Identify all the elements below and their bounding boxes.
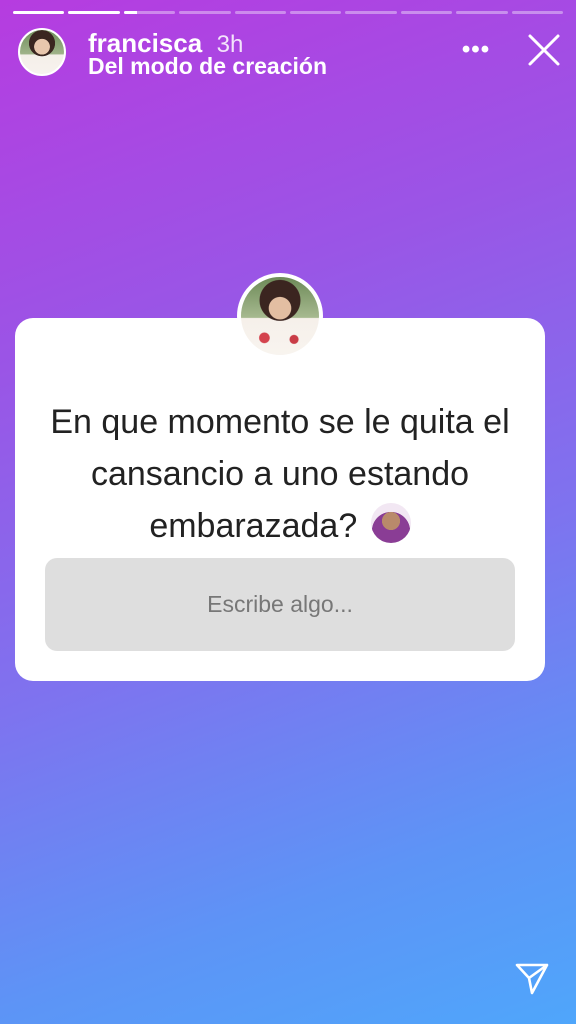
send-icon	[515, 963, 549, 995]
close-icon	[528, 34, 560, 66]
story-segment	[234, 11, 287, 14]
story-progress-bar	[13, 11, 564, 14]
more-options-button[interactable]: •••	[458, 34, 494, 66]
story-segment-fill	[68, 11, 120, 14]
question-author-avatar	[237, 273, 323, 359]
story-header: francisca 3h Del modo de creación •••	[18, 26, 562, 82]
story-segment	[123, 11, 176, 14]
woman-gesturing-ok-icon	[370, 503, 411, 543]
close-button[interactable]	[526, 32, 562, 68]
send-button[interactable]	[514, 960, 550, 996]
story-subtitle: Del modo de creación	[88, 53, 328, 79]
story-segment	[290, 11, 342, 14]
answer-input[interactable]: Escribe algo...	[45, 558, 515, 651]
story-segment	[68, 11, 120, 14]
story-segment	[511, 11, 564, 14]
user-avatar[interactable]	[18, 28, 66, 76]
question-text-block: En que momento se le quita el cansancio …	[45, 396, 515, 552]
story-segment	[13, 11, 65, 14]
more-horizontal-icon: •••	[461, 36, 491, 63]
story-segment	[400, 11, 453, 14]
question-sticker: En que momento se le quita el cansancio …	[15, 273, 545, 681]
story-segment	[456, 11, 508, 14]
story-segment	[179, 11, 231, 14]
story-segment-fill	[123, 11, 137, 14]
question-text: En que momento se le quita el cansancio …	[50, 403, 510, 545]
story-segment-fill	[13, 11, 65, 14]
story-segment	[345, 11, 397, 14]
answer-input-placeholder: Escribe algo...	[207, 591, 353, 617]
